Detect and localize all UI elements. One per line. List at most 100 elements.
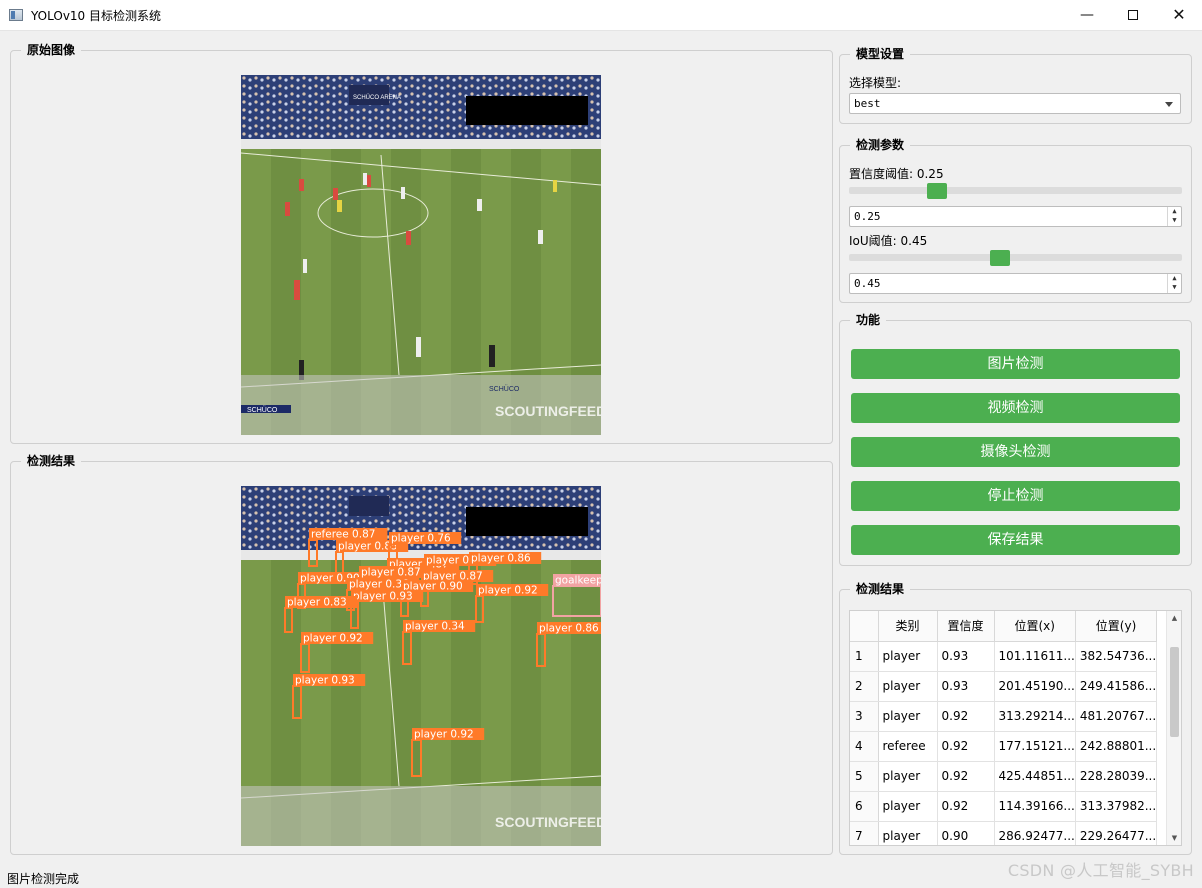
detection-label: player 0.76 bbox=[391, 533, 451, 545]
confidence-spin-arrows[interactable]: ▲ ▼ bbox=[1167, 207, 1181, 226]
scoutingfeed-watermark: SCOUTINGFEED bbox=[495, 814, 601, 830]
iou-spin-arrows[interactable]: ▲ ▼ bbox=[1167, 274, 1181, 293]
confidence-cell[interactable]: 0.92 bbox=[937, 701, 995, 732]
results-table-title: 检测结果 bbox=[850, 581, 911, 597]
confidence-spinbox[interactable]: 0.25 ▲ ▼ bbox=[849, 206, 1182, 227]
scoutingfeed-watermark: SCOUTINGFEED bbox=[495, 403, 601, 419]
ad-board bbox=[241, 139, 601, 149]
column-header[interactable]: 类别 bbox=[878, 611, 938, 642]
position-x-cell[interactable]: 101.11611... bbox=[994, 641, 1076, 672]
chevron-down-icon bbox=[1165, 102, 1173, 107]
column-header[interactable]: 置信度 bbox=[937, 611, 995, 642]
spin-down-icon[interactable]: ▼ bbox=[1168, 216, 1181, 225]
table-row[interactable]: 1 player 0.93 101.11611... 382.54736... bbox=[850, 641, 1158, 672]
class-cell[interactable]: player bbox=[878, 671, 938, 702]
iou-slider[interactable] bbox=[849, 254, 1182, 261]
app-icon bbox=[9, 9, 23, 21]
camera-detect-button[interactable]: 摄像头检测 bbox=[851, 437, 1180, 467]
select-model-label: 选择模型: bbox=[849, 76, 902, 90]
detection-label: player 0.83 bbox=[287, 597, 347, 609]
row-index[interactable]: 5 bbox=[850, 761, 879, 792]
redaction-box bbox=[466, 507, 588, 536]
detection-label: referee 0.87 bbox=[311, 529, 375, 541]
class-cell[interactable]: player bbox=[878, 761, 938, 792]
table-row[interactable]: 5 player 0.92 425.44851... 228.28039... bbox=[850, 761, 1158, 792]
table-scrollbar[interactable]: ▲ ▼ bbox=[1166, 611, 1181, 845]
spin-down-icon[interactable]: ▼ bbox=[1168, 283, 1181, 292]
position-x-cell[interactable]: 201.45190... bbox=[994, 671, 1076, 702]
close-button[interactable]: ✕ bbox=[1156, 0, 1202, 31]
video-detect-button[interactable]: 视频检测 bbox=[851, 393, 1180, 423]
spin-up-icon[interactable]: ▲ bbox=[1168, 274, 1181, 283]
iou-spinbox[interactable]: 0.45 ▲ ▼ bbox=[849, 273, 1182, 294]
confidence-cell[interactable]: 0.93 bbox=[937, 671, 995, 702]
row-index[interactable]: 2 bbox=[850, 671, 879, 702]
detection-label: player 0.92 bbox=[414, 729, 474, 741]
confidence-cell[interactable]: 0.92 bbox=[937, 791, 995, 822]
class-cell[interactable]: player bbox=[878, 821, 938, 845]
class-cell[interactable]: referee bbox=[878, 731, 938, 762]
scroll-up-icon[interactable]: ▲ bbox=[1167, 611, 1181, 625]
position-x-cell[interactable]: 313.29214... bbox=[994, 701, 1076, 732]
class-cell[interactable]: player bbox=[878, 791, 938, 822]
window-title: YOLOv10 目标检测系统 bbox=[31, 9, 162, 23]
class-cell[interactable]: player bbox=[878, 701, 938, 732]
confidence-slider[interactable] bbox=[849, 187, 1182, 194]
position-y-cell[interactable]: 228.28039... bbox=[1075, 761, 1158, 792]
position-y-cell[interactable]: 249.41586... bbox=[1075, 671, 1158, 702]
iou-slider-handle[interactable] bbox=[990, 250, 1010, 266]
results-table[interactable]: 类别 置信度 位置(x) 位置(y) 1 player 0.93 101.11611.… bbox=[849, 610, 1182, 846]
csdn-watermark: CSDN @人工智能_SYBH bbox=[1007, 861, 1194, 880]
stop-detect-button[interactable]: 停止检测 bbox=[851, 481, 1180, 511]
position-x-cell[interactable]: 286.92477... bbox=[994, 821, 1076, 845]
row-index[interactable]: 7 bbox=[850, 821, 879, 845]
image-detect-button[interactable]: 图片检测 bbox=[851, 349, 1180, 379]
confidence-cell[interactable]: 0.90 bbox=[937, 821, 995, 845]
position-x-cell[interactable]: 177.15121... bbox=[994, 731, 1076, 762]
table-row[interactable]: 6 player 0.92 114.39166... 313.37982... bbox=[850, 791, 1158, 822]
row-index[interactable]: 3 bbox=[850, 701, 879, 732]
detection-label: player 0.87 bbox=[361, 567, 421, 579]
position-y-cell[interactable]: 382.54736... bbox=[1075, 641, 1158, 672]
position-y-cell[interactable]: 481.20767... bbox=[1075, 701, 1158, 732]
table-row[interactable]: 4 referee 0.92 177.15121... 242.88801... bbox=[850, 731, 1158, 762]
table-row[interactable]: 2 player 0.93 201.45190... 249.41586... bbox=[850, 671, 1158, 702]
position-x-cell[interactable]: 425.44851... bbox=[994, 761, 1076, 792]
save-results-button[interactable]: 保存结果 bbox=[851, 525, 1180, 555]
scrollbar-thumb[interactable] bbox=[1170, 647, 1179, 737]
minimize-button[interactable]: — bbox=[1064, 0, 1110, 31]
detection-label: player 0.92 bbox=[303, 633, 363, 645]
position-y-cell[interactable]: 313.37982... bbox=[1075, 791, 1158, 822]
detection-label: player 0.34 bbox=[405, 621, 465, 633]
row-index[interactable]: 4 bbox=[850, 731, 879, 762]
detection-result-title: 检测结果 bbox=[21, 453, 82, 469]
model-select[interactable]: best bbox=[849, 93, 1181, 114]
class-cell[interactable]: player bbox=[878, 641, 938, 672]
maximize-button[interactable] bbox=[1110, 0, 1156, 31]
result-image: SCOUTINGFEED referee 0.87 player 0.85 play… bbox=[241, 486, 601, 846]
position-y-cell[interactable]: 229.26477... bbox=[1075, 821, 1158, 845]
column-header[interactable]: 位置(y) bbox=[1075, 611, 1158, 642]
position-y-cell[interactable]: 242.88801... bbox=[1075, 731, 1158, 762]
row-index[interactable]: 6 bbox=[850, 791, 879, 822]
redaction-box bbox=[466, 96, 588, 125]
confidence-cell[interactable]: 0.92 bbox=[937, 731, 995, 762]
corner-header[interactable] bbox=[850, 611, 879, 642]
row-index[interactable]: 1 bbox=[850, 641, 879, 672]
scroll-down-icon[interactable]: ▼ bbox=[1167, 831, 1181, 845]
table-row[interactable]: 3 player 0.92 313.29214... 481.20767... bbox=[850, 701, 1158, 732]
confidence-cell[interactable]: 0.93 bbox=[937, 641, 995, 672]
detection-label: player 0.86 bbox=[471, 553, 531, 565]
original-image-title: 原始图像 bbox=[21, 42, 82, 58]
confidence-slider-handle[interactable] bbox=[927, 183, 947, 199]
detection-label: player 0.93 bbox=[353, 591, 413, 603]
original-image-canvas: SCHÜCO ARENA SCHÜCO SCHÜCO SCOUTINGFEED bbox=[241, 75, 601, 435]
column-header[interactable]: 位置(x) bbox=[994, 611, 1076, 642]
table-row[interactable]: 7 player 0.90 286.92477... 229.26477... bbox=[850, 821, 1158, 845]
stand-banner-text: SCHÜCO bbox=[489, 385, 520, 393]
functions-title: 功能 bbox=[850, 312, 887, 328]
spin-up-icon[interactable]: ▲ bbox=[1168, 207, 1181, 216]
confidence-cell[interactable]: 0.92 bbox=[937, 761, 995, 792]
position-x-cell[interactable]: 114.39166... bbox=[994, 791, 1076, 822]
status-message: 图片检测完成 bbox=[7, 872, 80, 886]
